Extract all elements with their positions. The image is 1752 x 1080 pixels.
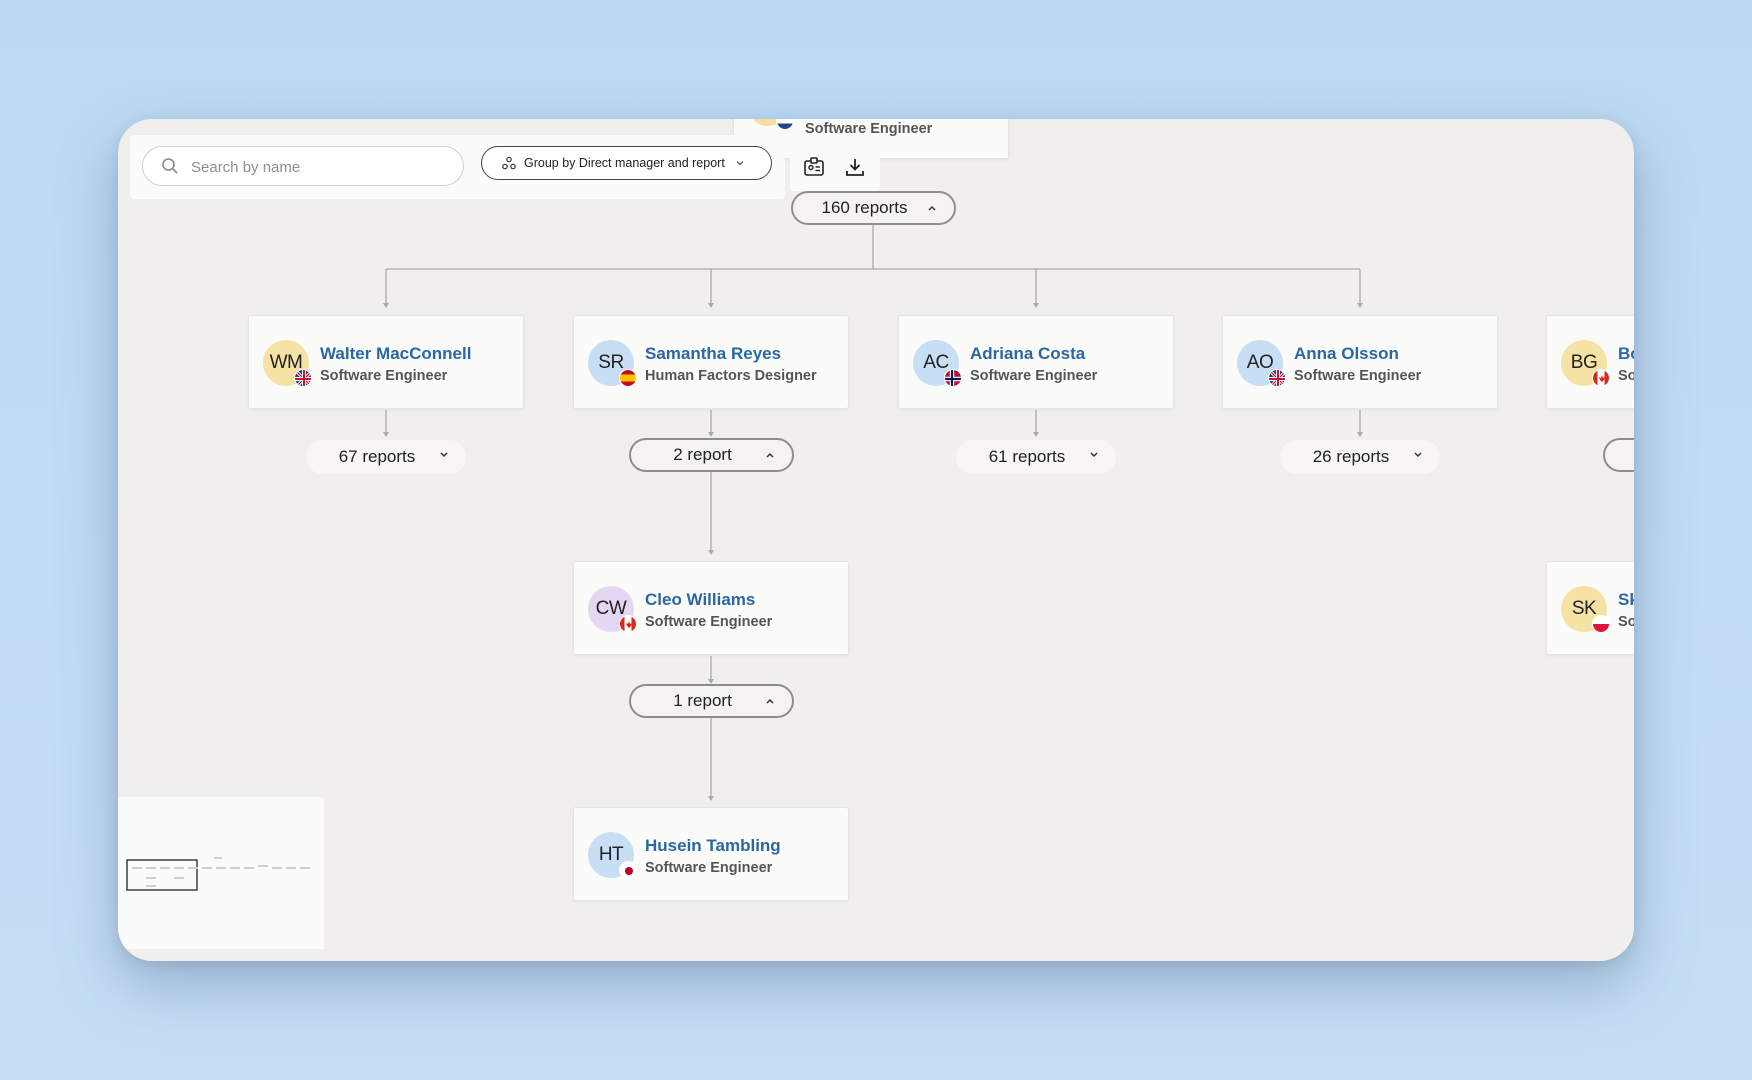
download-icon[interactable] xyxy=(844,156,866,178)
avatar-initials: SR xyxy=(598,352,624,373)
netherlands-flag-icon xyxy=(776,119,794,130)
reports-count: 61 reports xyxy=(988,447,1066,466)
person-name[interactable]: Samantha Reyes xyxy=(645,344,781,364)
uk-flag-icon xyxy=(1268,369,1286,387)
person-name[interactable]: Cleo Williams xyxy=(645,590,755,610)
avatar: AO xyxy=(1237,340,1286,387)
org-chart-window: Software Engineer 160 reports WM Walter … xyxy=(118,119,1634,961)
reports-count: 1 report xyxy=(673,691,732,710)
avatar-initials: HT xyxy=(598,844,624,865)
person-role: Software Engineer xyxy=(970,368,1098,384)
japan-flag-icon xyxy=(619,861,637,879)
reports-toggle-bg[interactable] xyxy=(1603,438,1634,472)
connector-lines xyxy=(383,224,1363,801)
search-box[interactable] xyxy=(142,146,464,186)
chevron-down-icon xyxy=(1414,452,1422,458)
reports-toggle-cleo[interactable]: 1 report xyxy=(629,684,794,718)
manager-role: Software Engineer xyxy=(805,121,933,137)
poland-flag-icon xyxy=(1592,615,1610,633)
uk-flag-icon xyxy=(294,369,312,387)
person-role: So xyxy=(1618,368,1634,384)
avatar: HT xyxy=(588,832,637,879)
person-name[interactable]: Walter MacConnell xyxy=(320,344,471,364)
person-card-bg[interactable]: BG Bo So xyxy=(1546,315,1634,409)
avatar: AC xyxy=(913,340,962,387)
reports-toggle-adriana[interactable]: 61 reports xyxy=(956,440,1116,474)
spain-flag-icon xyxy=(619,369,637,387)
canada-flag-icon xyxy=(1592,369,1610,387)
reports-count: 26 reports xyxy=(1312,447,1390,466)
person-role: Software Engineer xyxy=(320,368,448,384)
person-role: Software Engineer xyxy=(645,614,773,630)
person-card-sk[interactable]: SK Sk So xyxy=(1546,561,1634,655)
person-card-cleo[interactable]: CW Cleo Williams Software Engineer xyxy=(573,561,849,655)
avatar xyxy=(748,119,794,130)
canada-flag-icon xyxy=(619,615,637,633)
person-role: Software Engineer xyxy=(645,860,773,876)
toolbar: Group by Direct manager and report xyxy=(130,135,785,199)
chevron-up-icon xyxy=(928,205,936,211)
avatar: CW xyxy=(588,586,637,633)
person-name[interactable]: Husein Tambling xyxy=(645,836,781,856)
reports-count: 67 reports xyxy=(338,447,416,466)
chevron-down-icon xyxy=(1090,452,1098,458)
avatar: SK xyxy=(1561,586,1610,633)
search-icon xyxy=(162,158,178,174)
person-name[interactable]: Adriana Costa xyxy=(970,344,1085,364)
norway-flag-icon xyxy=(944,369,962,387)
person-name[interactable]: Bo xyxy=(1618,344,1634,364)
root-reports-toggle[interactable]: 160 reports xyxy=(791,191,956,225)
reports-count: 2 report xyxy=(673,445,732,464)
chevron-down-icon xyxy=(440,452,448,458)
minimap-preview xyxy=(126,857,310,891)
avatar-initials: AO xyxy=(1246,352,1274,373)
avatar-initials: BG xyxy=(1570,352,1598,373)
person-card-husein[interactable]: HT Husein Tambling Software Engineer xyxy=(573,807,849,901)
person-role: Software Engineer xyxy=(1294,368,1422,384)
action-icons xyxy=(790,143,880,191)
minimap-viewport xyxy=(126,859,198,891)
avatar: SR xyxy=(588,340,637,387)
reports-toggle-samantha[interactable]: 2 report xyxy=(629,438,794,472)
person-card-anna[interactable]: AO Anna Olsson Software Engineer xyxy=(1222,315,1498,409)
minimap[interactable] xyxy=(118,797,324,949)
group-icon xyxy=(502,156,516,170)
group-by-dropdown[interactable]: Group by Direct manager and report xyxy=(481,146,772,180)
person-card-adriana[interactable]: AC Adriana Costa Software Engineer xyxy=(898,315,1174,409)
chevron-down-icon xyxy=(736,161,744,166)
person-name[interactable]: Sk xyxy=(1618,590,1634,610)
person-card-samantha[interactable]: SR Samantha Reyes Human Factors Designer xyxy=(573,315,849,409)
search-input[interactable] xyxy=(189,155,453,179)
person-role: So xyxy=(1618,614,1634,630)
person-role: Human Factors Designer xyxy=(645,368,817,384)
id-card-icon[interactable] xyxy=(803,156,825,178)
reports-toggle-walter[interactable]: 67 reports xyxy=(306,440,466,474)
avatar: BG xyxy=(1561,340,1610,387)
avatar-initials: AC xyxy=(923,352,949,373)
person-card-walter[interactable]: WM Walter MacConnell Software Engineer xyxy=(248,315,524,409)
reports-toggle-anna[interactable]: 26 reports xyxy=(1280,440,1440,474)
person-name[interactable]: Anna Olsson xyxy=(1294,344,1399,364)
group-by-label: Group by Direct manager and report xyxy=(524,156,725,170)
avatar-initials: SK xyxy=(1571,598,1597,619)
root-reports-count: 160 reports xyxy=(821,198,908,217)
avatar: WM xyxy=(263,340,312,387)
chevron-up-icon xyxy=(766,452,774,458)
chevron-up-icon xyxy=(766,698,774,704)
